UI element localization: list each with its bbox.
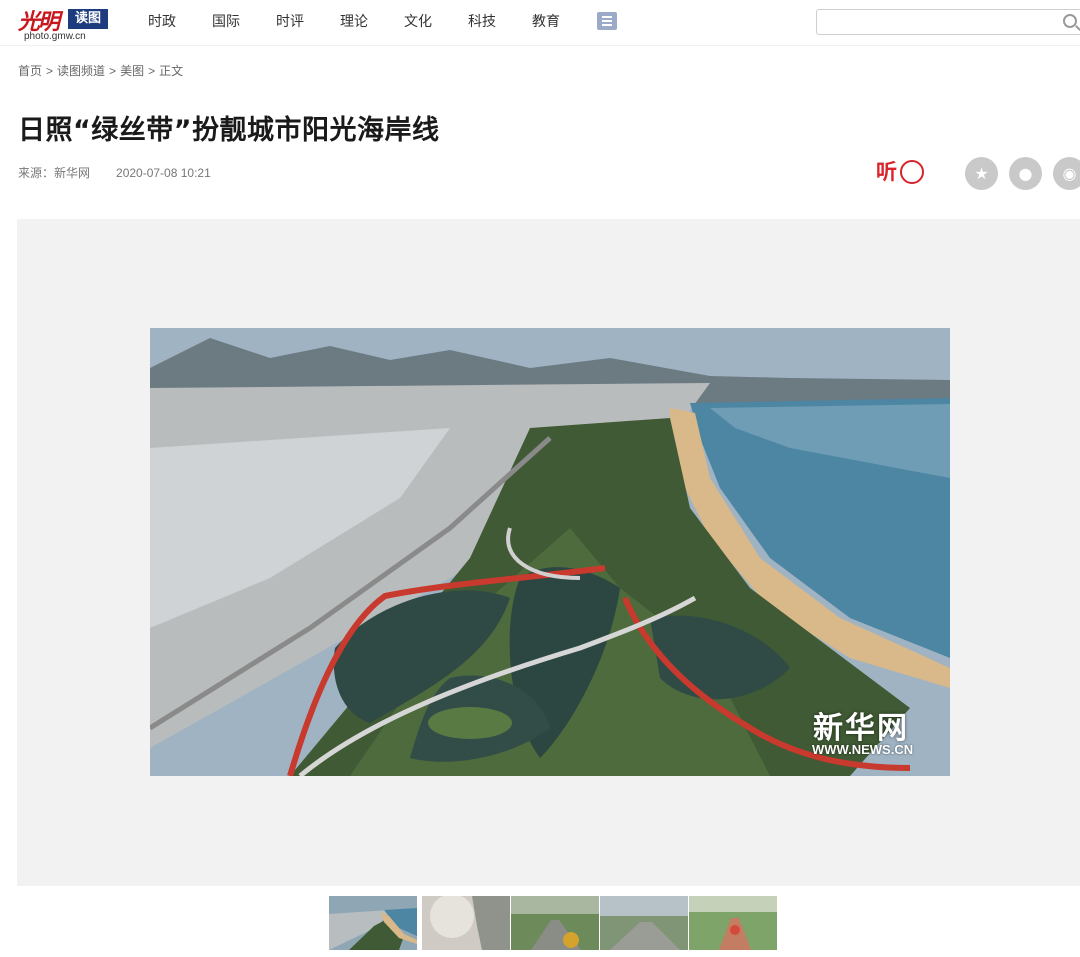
thumbnail-image (600, 896, 688, 950)
article-source: 来源：新华网 (18, 166, 91, 180)
wechat-icon[interactable]: ● (1009, 157, 1042, 190)
site-logo[interactable]: 光明 读图 photo.gmw.cn (18, 4, 110, 44)
listen-label: 听 (876, 160, 897, 184)
article-date: 2020-07-08 10:21 (116, 166, 211, 180)
breadcrumb-separator: > (46, 64, 54, 78)
thumbnail-3[interactable] (511, 896, 599, 950)
breadcrumb-separator: > (148, 64, 156, 78)
logo-domain: photo.gmw.cn (24, 31, 86, 42)
thumbnail-image (422, 896, 510, 950)
nav-item-commentary[interactable]: 时评 (276, 0, 340, 44)
breadcrumb: 首页 > 读图频道 > 美图 > 正文 (18, 62, 183, 79)
top-navigation-bar: 光明 读图 photo.gmw.cn 时政 国际 时评 理论 文化 科技 教育 (0, 0, 1080, 46)
search-icon[interactable] (1063, 14, 1077, 28)
thumbnail-image (511, 896, 599, 950)
article-meta: 来源：新华网 2020-07-08 10:21 (18, 164, 211, 181)
weibo-icon[interactable]: ◉ (1053, 157, 1080, 190)
search-input[interactable] (823, 13, 1053, 31)
thumbnail-4[interactable] (600, 896, 688, 950)
thumbnail-image (689, 896, 777, 950)
nav-item-tech[interactable]: 科技 (468, 0, 532, 44)
logo-badge: 读图 (68, 9, 108, 29)
speaker-icon (900, 160, 924, 184)
watermark-xinhua: 新华网 (813, 711, 909, 746)
search-box (816, 9, 1080, 35)
breadcrumb-photo-channel[interactable]: 读图频道 (57, 64, 105, 78)
list-icon[interactable] (597, 12, 617, 30)
nav-item-culture[interactable]: 文化 (404, 0, 468, 44)
listen-button[interactable]: 听 (876, 156, 926, 190)
thumbnail-1[interactable] (327, 894, 419, 952)
nav-item-theory[interactable]: 理论 (340, 0, 404, 44)
breadcrumb-current: 正文 (159, 64, 184, 78)
breadcrumb-separator: > (109, 64, 117, 78)
thumbnail-5[interactable] (689, 896, 777, 950)
thumbnail-image (329, 896, 417, 950)
watermark-url: WWW.NEWS.CN (812, 742, 914, 757)
nav-item-international[interactable]: 国际 (212, 0, 276, 44)
main-nav: 时政 国际 时评 理论 文化 科技 教育 (148, 0, 596, 44)
breadcrumb-home[interactable]: 首页 (18, 64, 42, 78)
thumbnail-2[interactable] (422, 896, 510, 950)
star-icon[interactable]: ★ (965, 157, 998, 190)
breadcrumb-beauty[interactable]: 美图 (120, 64, 144, 78)
nav-item-education[interactable]: 教育 (532, 0, 596, 44)
nav-item-politics[interactable]: 时政 (148, 0, 212, 44)
article-title: 日照“绿丝带”扮靓城市阳光海岸线 (18, 115, 440, 146)
